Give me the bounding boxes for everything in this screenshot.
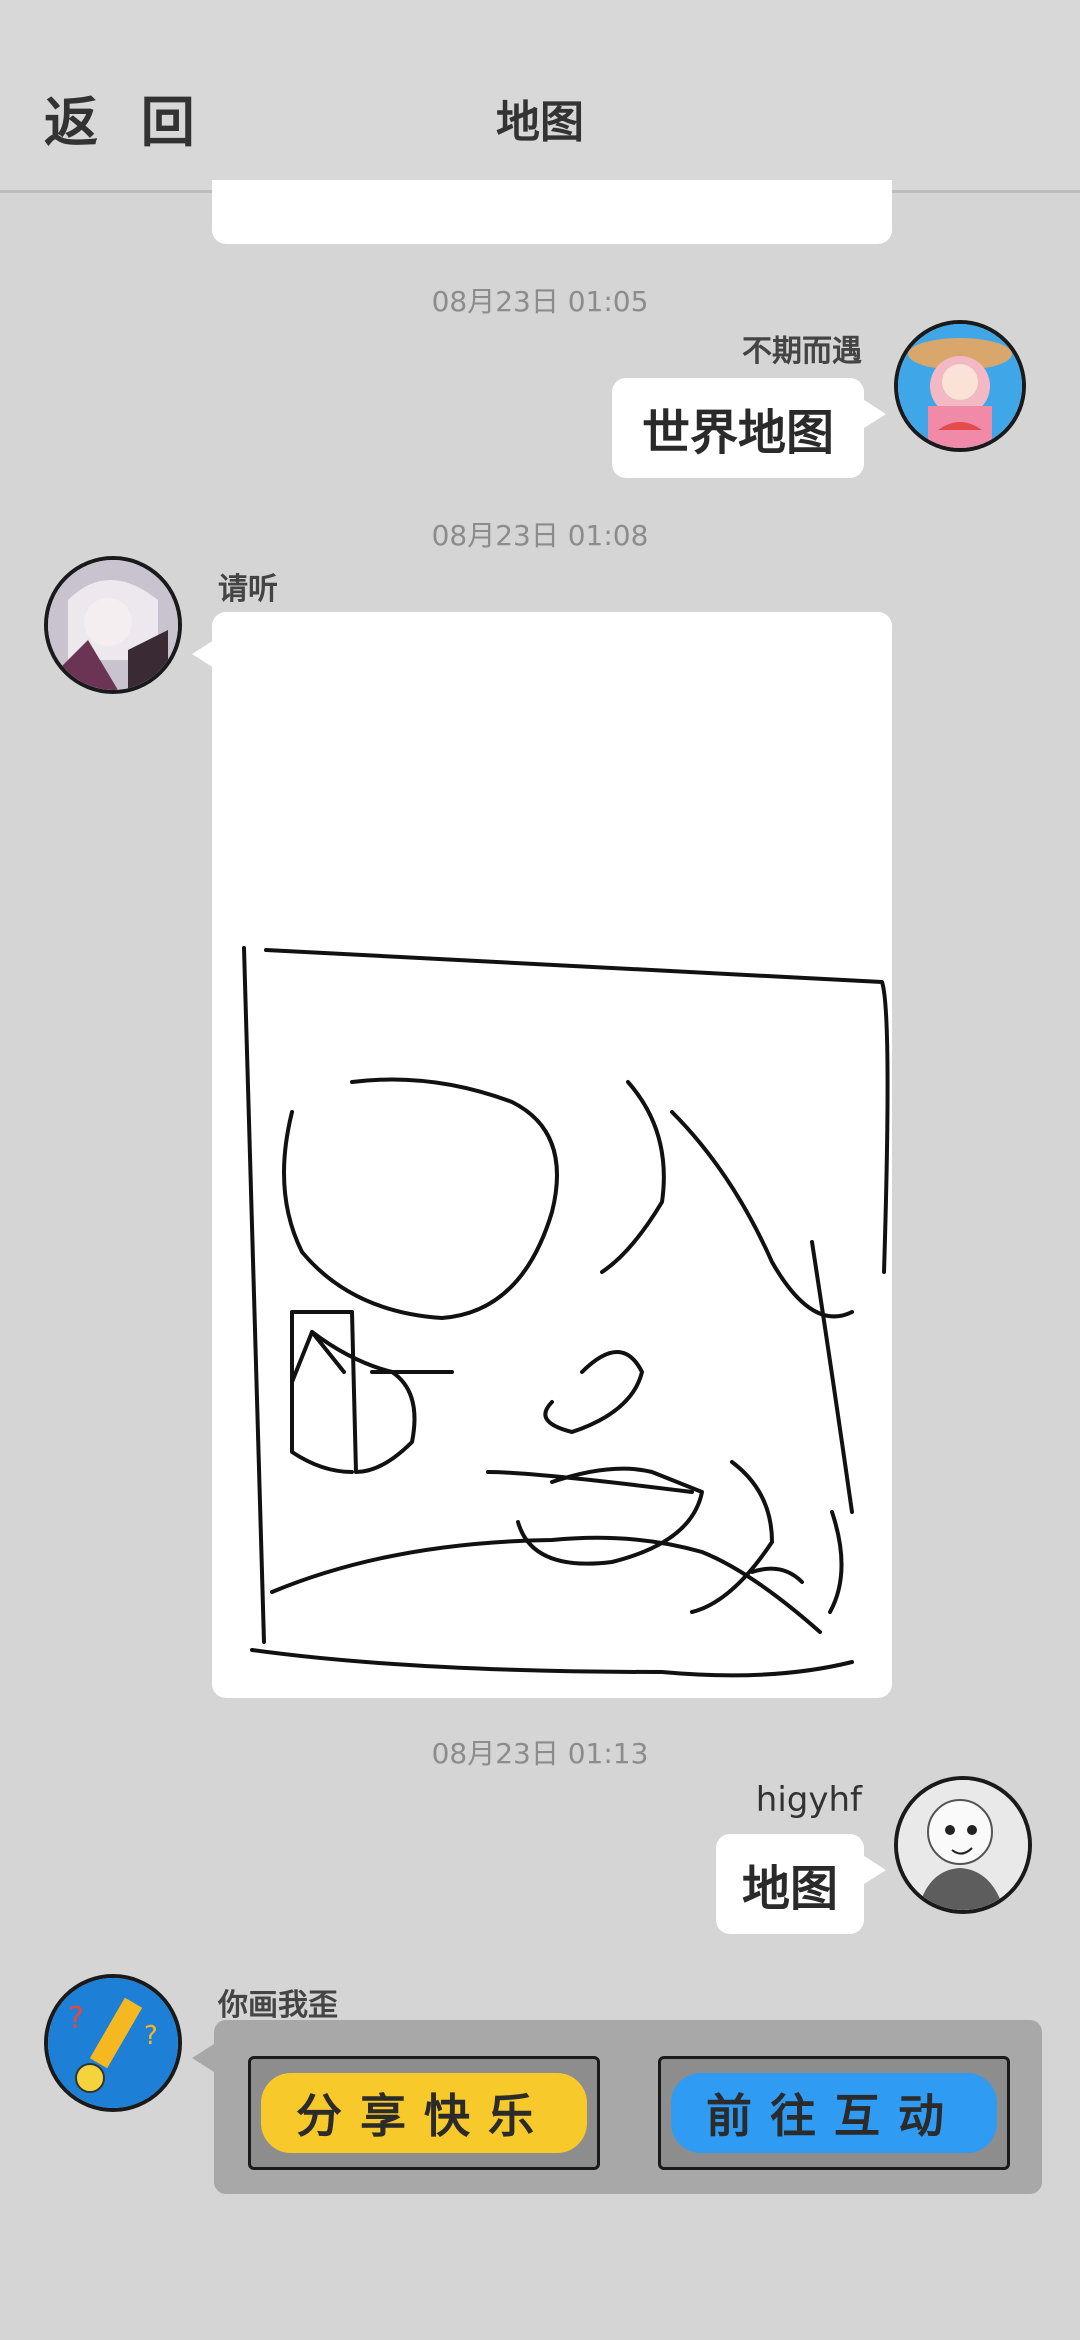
- sender-name: 不期而遇: [742, 334, 862, 369]
- bubble-tail: [864, 400, 886, 428]
- sender-name: 你画我歪: [218, 1988, 338, 2023]
- message-text: 世界地图: [641, 405, 834, 461]
- avatar-anime-icon: [48, 560, 178, 690]
- drawing-image-bubble[interactable]: [212, 612, 892, 1698]
- avatar-pencil-icon: ? ?: [48, 1978, 178, 2108]
- message-bubble[interactable]: 世界地图: [612, 378, 864, 478]
- message-text: 地图: [741, 1861, 838, 1917]
- avatar[interactable]: [894, 320, 1026, 452]
- sender-name: higyhf: [755, 1780, 862, 1820]
- svg-text:?: ?: [144, 2021, 158, 2051]
- avatar-sketch-icon: [898, 1780, 1028, 1910]
- go-interact-button[interactable]: 前往互动: [658, 2056, 1010, 2170]
- previous-image-bubble[interactable]: [212, 180, 892, 244]
- top-bar: 返 回 地图: [0, 0, 1080, 193]
- avatar[interactable]: [894, 1776, 1032, 1914]
- bubble-tail: [864, 1856, 886, 1884]
- timestamp: 08月23日 01:13: [431, 1737, 649, 1770]
- avatar[interactable]: [44, 556, 182, 694]
- share-joy-button[interactable]: 分享快乐: [248, 2056, 600, 2170]
- share-button-label: 分享快乐: [296, 2089, 552, 2143]
- avatar-girl-icon: [898, 324, 1022, 448]
- interact-button-label: 前往互动: [706, 2089, 962, 2143]
- sender-name: 请听: [218, 572, 278, 607]
- timestamp: 08月23日 01:08: [431, 519, 649, 552]
- bubble-tail: [192, 2044, 214, 2072]
- avatar[interactable]: ? ?: [44, 1974, 182, 2112]
- svg-text:?: ?: [68, 2001, 84, 2036]
- page-title: 地图: [496, 97, 584, 148]
- timestamp: 08月23日 01:05: [431, 285, 649, 318]
- message-bubble[interactable]: 地图: [716, 1834, 864, 1934]
- bubble-tail: [192, 640, 214, 668]
- drawing-image: [242, 946, 890, 1678]
